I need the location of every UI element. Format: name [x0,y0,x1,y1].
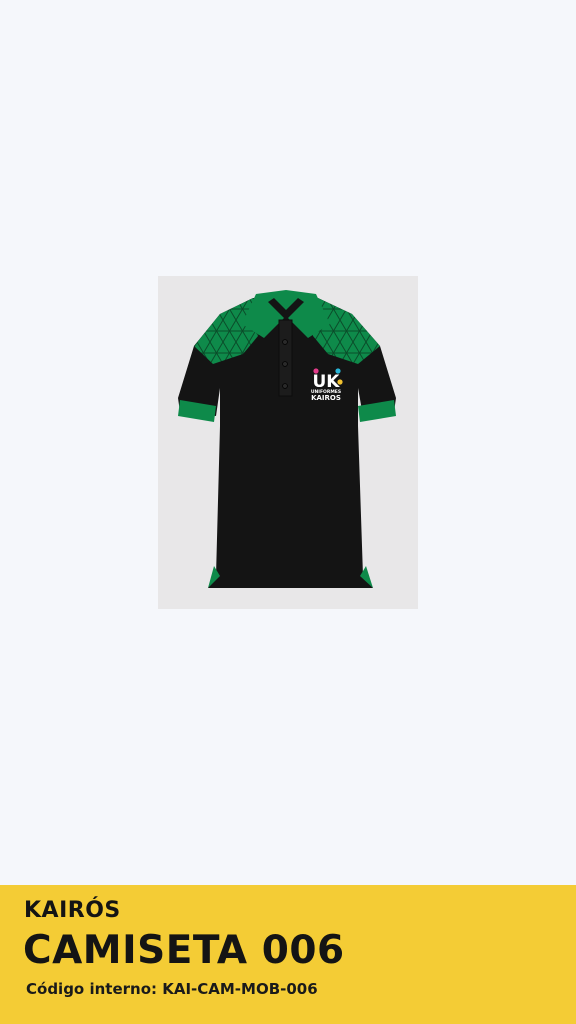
garment-logo: UK UNIFORMES KAIROS [311,368,343,402]
product-photo[interactable]: UK UNIFORMES KAIROS [158,276,418,609]
product-title: CAMISETA 006 [23,928,345,973]
polo-shirt-image: UK UNIFORMES KAIROS [178,290,396,588]
internal-code: Código interno: KAI-CAM-MOB-006 [26,980,318,998]
product-image-area: UK UNIFORMES KAIROS [0,0,576,885]
garment-logo-line2: KAIROS [311,394,341,402]
garment-logo-mark: UK [313,372,341,392]
brand-label: KAIRÓS [24,898,121,923]
